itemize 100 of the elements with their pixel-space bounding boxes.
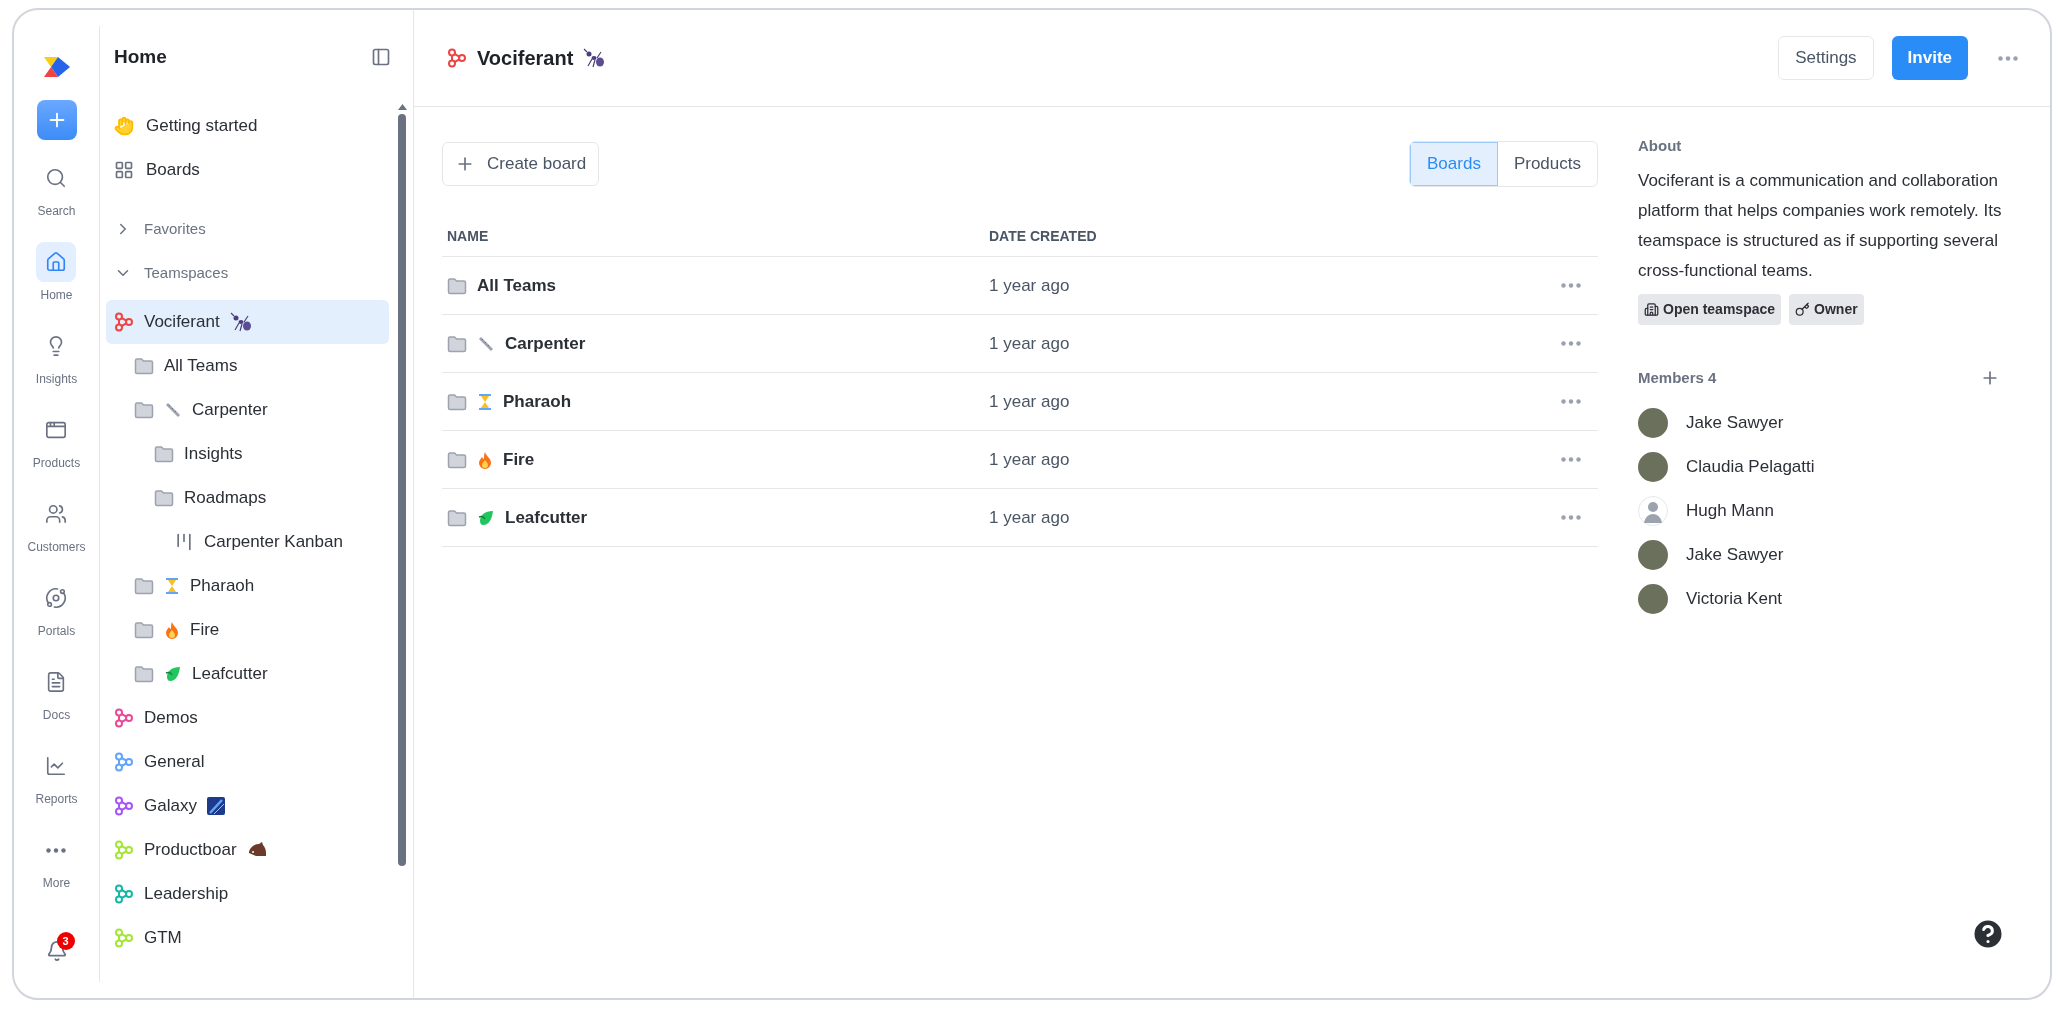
sidebar-item[interactable]: Leafcutter xyxy=(106,652,389,696)
folder-icon xyxy=(447,508,467,527)
tag: Owner xyxy=(1789,293,1864,325)
grid-icon xyxy=(114,160,134,180)
row-menu-icon[interactable] xyxy=(1561,341,1581,346)
section-header[interactable]: Favorites xyxy=(106,207,389,251)
ruler-icon xyxy=(164,401,182,419)
nav-item[interactable]: Customers xyxy=(27,494,86,556)
folder-icon xyxy=(134,621,154,639)
row-menu-icon[interactable] xyxy=(1561,399,1581,404)
create-board-button[interactable]: Create board xyxy=(442,142,600,186)
leaf-icon xyxy=(477,508,495,527)
nav-item[interactable]: Portals xyxy=(36,578,77,640)
teamspace-item[interactable]: Productboar xyxy=(106,828,389,872)
portals-icon xyxy=(45,587,68,609)
sidebar-title: Home xyxy=(114,44,167,69)
teamspace-item[interactable]: Vociferant xyxy=(106,300,389,344)
folder-icon xyxy=(447,276,467,295)
member-name: Hugh Mann xyxy=(1686,500,1774,523)
about-text: Vociferant is a communication and collaboration platform that helps companies work remotely. Its teamspace is structured as if supporting several cross-functional teams. xyxy=(1638,169,2003,282)
board-name-cell[interactable]: Fire xyxy=(447,446,989,473)
nav-item[interactable]: More xyxy=(36,830,77,892)
settings-button[interactable]: Settings xyxy=(1778,36,1874,80)
home-icon xyxy=(45,251,68,273)
create-button[interactable] xyxy=(36,100,77,140)
avatar xyxy=(1638,452,1668,482)
date-cell-text: 1 year ago xyxy=(989,390,1071,413)
panel-toggle-icon[interactable] xyxy=(371,47,391,67)
folder-icon xyxy=(134,665,154,683)
folder-icon xyxy=(447,392,467,411)
member-name: Jake Sawyer xyxy=(1686,412,1784,435)
column-header: NAME xyxy=(447,227,490,246)
sidebar-item[interactable]: Boards xyxy=(106,148,389,192)
date-cell-text: 1 year ago xyxy=(989,274,1071,297)
members-heading: Members 4 xyxy=(1638,367,1717,388)
folder-icon xyxy=(154,445,174,463)
reports-icon xyxy=(45,755,68,777)
nav-item[interactable]: Docs xyxy=(36,662,77,724)
logo-icon xyxy=(41,56,72,78)
member-name: Claudia Pelagatti xyxy=(1686,456,1815,479)
ruler-icon xyxy=(477,334,495,353)
about-heading: About xyxy=(1638,136,1683,156)
sidebar-item[interactable]: Insights xyxy=(106,432,389,476)
board-name-cell[interactable]: Leafcutter xyxy=(447,504,989,531)
avatar-silhouette xyxy=(1638,496,1668,526)
sidebar-item[interactable]: All Teams xyxy=(106,344,389,388)
flame-icon xyxy=(477,450,493,469)
teamspace-item[interactable]: GTM xyxy=(106,916,389,960)
folder-icon xyxy=(154,489,174,507)
date-cell-text: 1 year ago xyxy=(989,448,1071,471)
flame-icon xyxy=(164,621,180,639)
notification-badge: 3 xyxy=(56,932,75,950)
folder-icon xyxy=(447,334,467,353)
board-name-cell[interactable]: Pharaoh xyxy=(447,388,989,415)
more-icon[interactable] xyxy=(46,847,67,853)
customers-icon xyxy=(45,503,68,525)
member-name: Victoria Kent xyxy=(1686,588,1783,611)
folder-icon xyxy=(134,357,154,375)
sidebar-item[interactable]: Roadmaps xyxy=(106,476,389,520)
tag: Open teamspace xyxy=(1638,293,1782,325)
sidebar-item[interactable]: Pharaoh xyxy=(106,564,389,608)
folder-icon xyxy=(134,401,154,419)
hourglass-icon xyxy=(164,577,180,595)
more-icon[interactable] xyxy=(1998,55,2018,61)
row-menu-icon[interactable] xyxy=(1561,515,1581,520)
search-icon xyxy=(45,167,68,189)
products-icon xyxy=(45,419,68,441)
member-name: Jake Sawyer xyxy=(1686,544,1784,567)
teamspace-item[interactable]: General xyxy=(106,740,389,784)
sidebar-item[interactable]: Getting started xyxy=(106,104,389,148)
key-icon xyxy=(1795,301,1811,317)
nav-item[interactable]: Insights xyxy=(35,326,78,388)
sidebar-item[interactable]: Carpenter xyxy=(106,388,389,432)
teamspace-item[interactable]: Demos xyxy=(106,696,389,740)
avatar xyxy=(1638,540,1668,570)
nav-item[interactable]: Products xyxy=(32,410,81,472)
teamspace-item[interactable]: Leadership xyxy=(106,872,389,916)
date-cell-text: 1 year ago xyxy=(989,332,1071,355)
date-cell-text: 1 year ago xyxy=(989,506,1071,529)
section-header[interactable]: Teamspaces xyxy=(106,251,389,295)
nav-item[interactable]: Reports xyxy=(35,746,78,808)
row-menu-icon[interactable] xyxy=(1561,283,1581,288)
scroll-up-arrow-icon[interactable] xyxy=(397,104,407,110)
sidebar-item[interactable]: Carpenter Kanban xyxy=(106,520,389,564)
waving-hand-icon xyxy=(114,116,134,136)
folder-icon xyxy=(134,577,154,595)
folder-icon xyxy=(447,450,467,469)
view-tab[interactable]: Products xyxy=(1497,142,1597,186)
board-name-cell[interactable]: All Teams xyxy=(447,272,989,299)
column-header: DATE CREATED xyxy=(989,227,1097,246)
building-icon xyxy=(1644,301,1659,317)
row-menu-icon[interactable] xyxy=(1561,457,1581,462)
leaf-icon xyxy=(164,665,182,683)
page-title: Vociferant xyxy=(477,46,574,71)
board-icon xyxy=(174,532,194,552)
teamspace-item[interactable]: Galaxy xyxy=(106,784,389,828)
nav-item[interactable]: Search xyxy=(36,158,77,220)
sidebar-item[interactable]: Fire xyxy=(106,608,389,652)
hourglass-icon xyxy=(477,392,493,411)
board-name-cell[interactable]: Carpenter xyxy=(447,330,989,357)
